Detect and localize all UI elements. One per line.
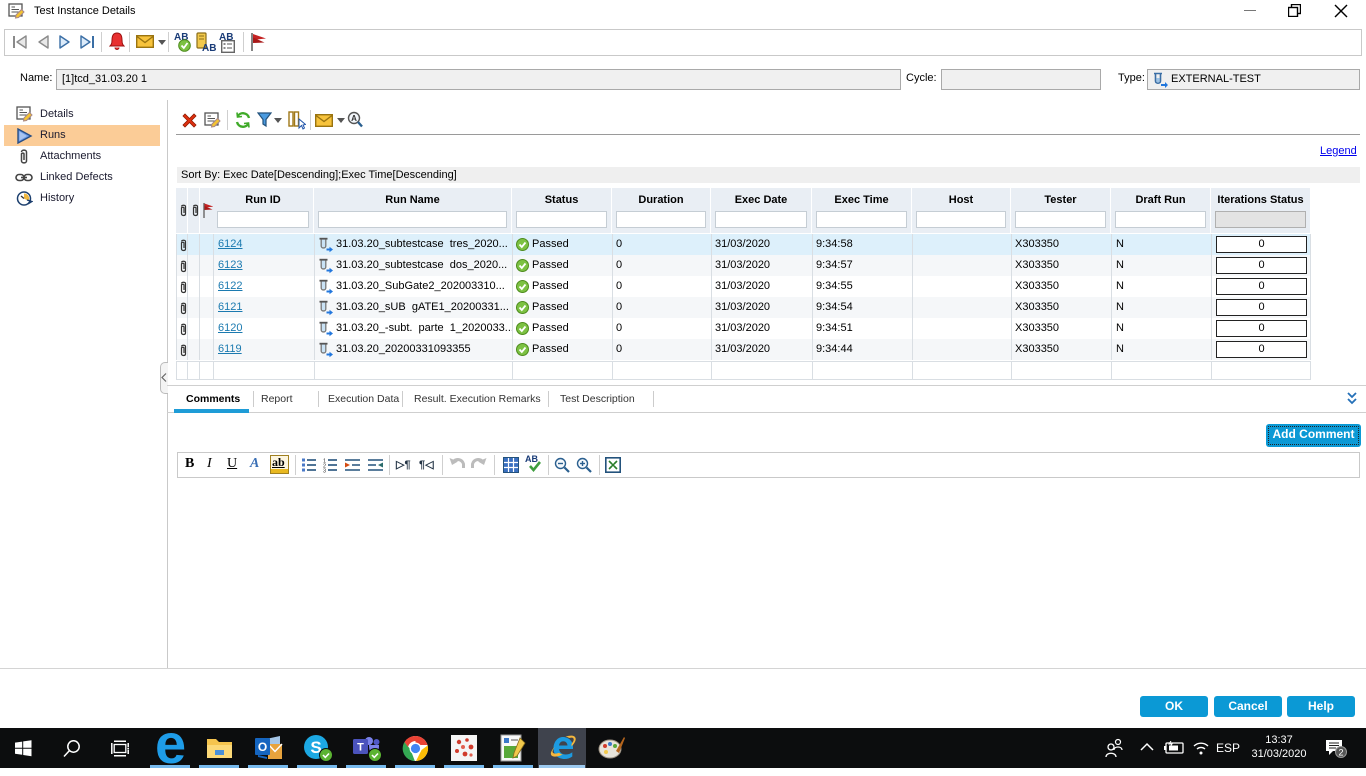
svg-text:3: 3: [323, 469, 326, 474]
svg-text:T: T: [357, 742, 364, 754]
svg-text:A: A: [351, 114, 357, 123]
svg-text:O: O: [258, 740, 267, 754]
svg-text:2: 2: [1338, 748, 1343, 758]
